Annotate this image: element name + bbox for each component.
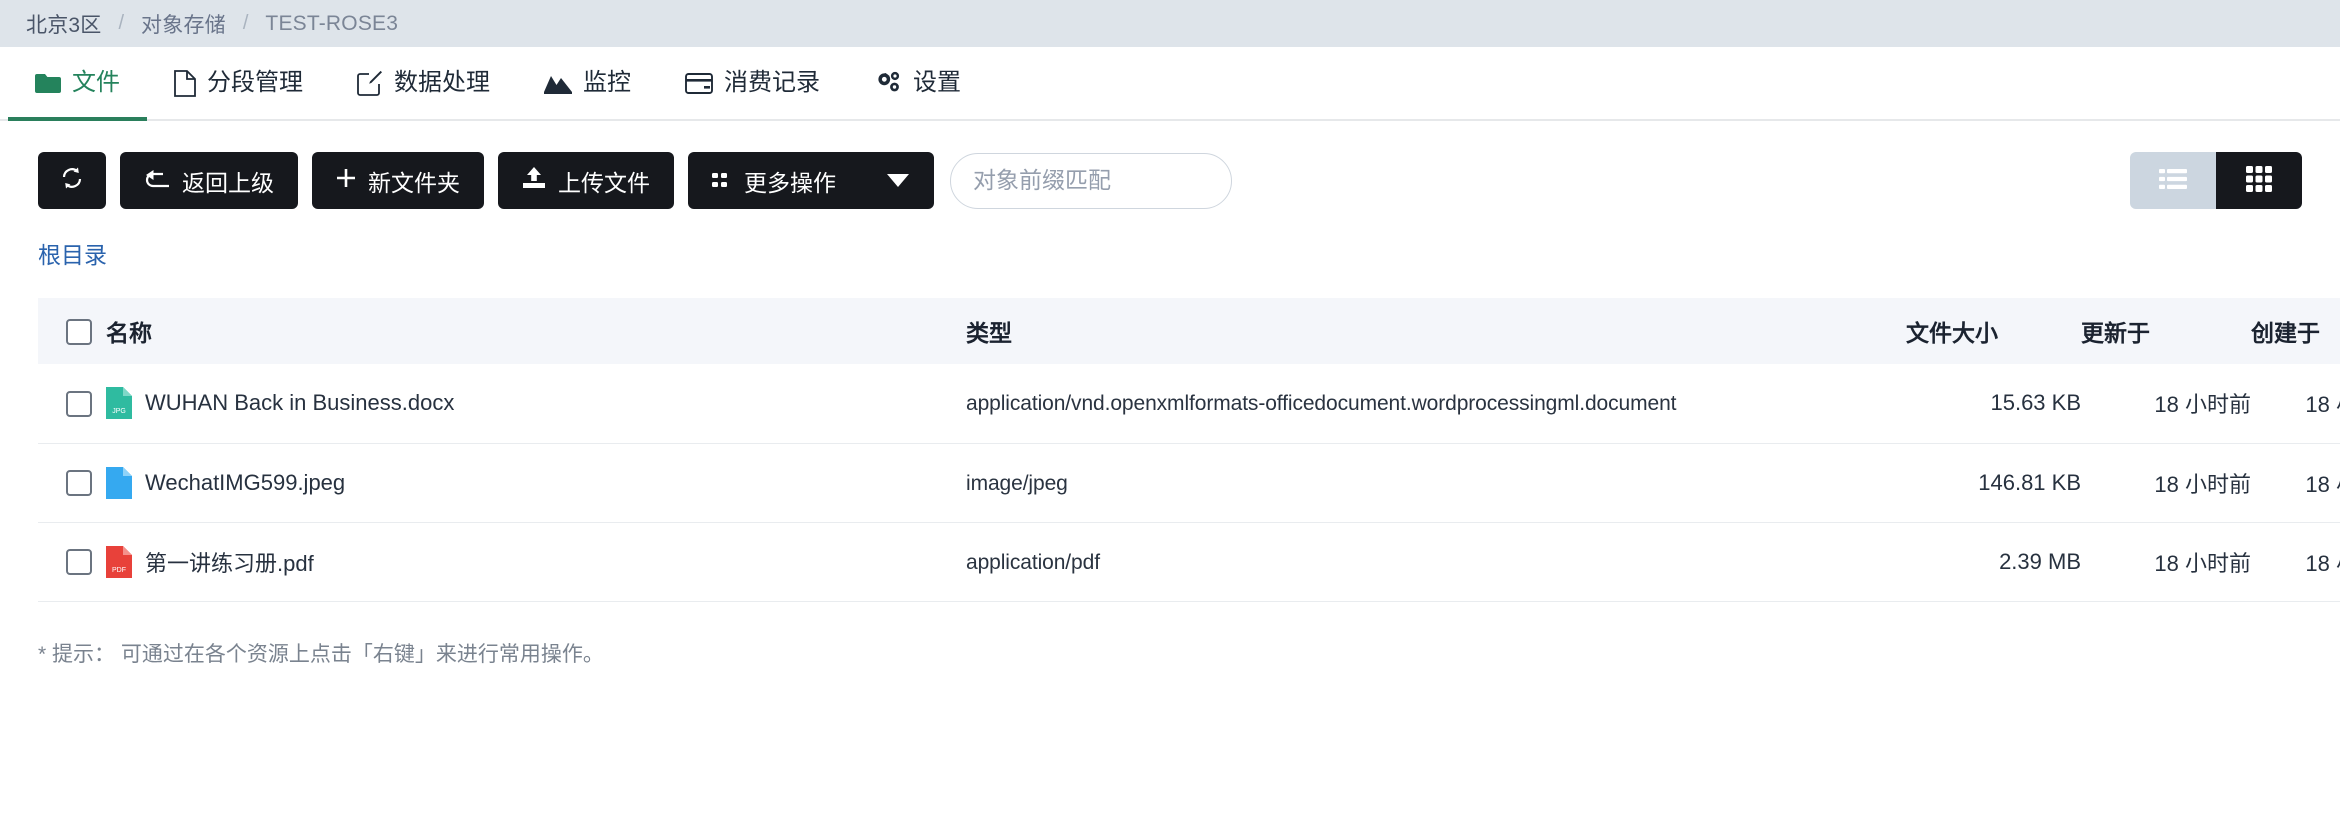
main-panel: 文件 分段管理 数据处理 监控 消费记录 设置 返回上级 新文件夹 上传文件 更… (0, 47, 2340, 830)
more-actions-main[interactable]: 更多操作 (688, 164, 862, 198)
tab-label: 设置 (913, 69, 961, 96)
breadcrumb-item-region[interactable]: 北京3区 (26, 9, 101, 39)
row-checkbox[interactable] (66, 390, 92, 417)
gears-icon (874, 70, 902, 96)
back-button[interactable]: 返回上级 (120, 152, 298, 209)
tab-label: 分段管理 (207, 69, 303, 96)
grid-view-icon (2246, 166, 2272, 195)
row-type-cell: application/pdf (966, 522, 1906, 602)
grip-dots-icon (712, 167, 732, 194)
file-name[interactable]: WUHAN Back in Business.docx (145, 390, 454, 416)
row-name-cell: PDF 第一讲练习册.pdf (106, 522, 966, 602)
row-select-cell (38, 522, 106, 602)
select-all-cell (38, 298, 106, 364)
file-type: application/vnd.openxmlformats-officedoc… (966, 392, 1677, 416)
card-icon (685, 72, 713, 94)
hint-text: * 提示： 可通过在各个资源上点击「右键」来进行常用操作。 (38, 642, 604, 666)
file-created: 18 小时前 (2251, 443, 2340, 523)
tab-label: 监控 (583, 69, 631, 96)
breadcrumb-item-service[interactable]: 对象存储 (141, 9, 226, 39)
edit-square-icon (357, 70, 383, 96)
file-size: 2.39 MB (1906, 522, 2081, 602)
file-pdf-icon: PDF (106, 545, 132, 578)
breadcrumb: 北京3区 / 对象存储 / TEST-ROSE3 (0, 0, 2340, 47)
refresh-icon (60, 166, 84, 196)
tab-bar: 文件 分段管理 数据处理 监控 消费记录 设置 (0, 47, 2340, 121)
list-view-button[interactable] (2130, 152, 2216, 209)
back-arrow-icon (144, 167, 170, 194)
file-name[interactable]: 第一讲练习册.pdf (145, 546, 314, 578)
row-select-cell (38, 443, 106, 523)
header-type[interactable]: 类型 (966, 298, 1906, 364)
tab-files[interactable]: 文件 (8, 47, 147, 121)
upload-file-button-label: 上传文件 (558, 169, 650, 196)
row-name-cell: WechatIMG599.jpeg (106, 443, 966, 523)
svg-text:PDF: PDF (112, 567, 126, 574)
file-size: 15.63 KB (1906, 364, 2081, 444)
list-view-icon (2159, 167, 2187, 194)
file-table-head: 名称 类型 文件大小 更新于 创建于 (38, 298, 2340, 364)
new-folder-button-label: 新文件夹 (368, 169, 460, 196)
row-type-cell: image/jpeg (966, 443, 1906, 523)
file-jpg-icon: JPG (106, 387, 132, 420)
tab-label: 数据处理 (394, 69, 490, 96)
tab-label: 消费记录 (724, 69, 820, 96)
more-actions-label: 更多操作 (744, 169, 836, 196)
file-updated: 18 小时前 (2081, 364, 2251, 444)
breadcrumb-separator: / (242, 12, 249, 34)
tab-data-processing[interactable]: 数据处理 (330, 47, 517, 119)
tab-billing[interactable]: 消费记录 (658, 47, 847, 119)
tab-settings[interactable]: 设置 (847, 47, 988, 119)
tab-multipart[interactable]: 分段管理 (147, 47, 330, 119)
tab-label: 文件 (72, 69, 120, 96)
view-toggle-group (2130, 152, 2302, 209)
table-row[interactable]: PDF 第一讲练习册.pdf application/pdf 2.39 MB 1… (38, 522, 2340, 602)
tab-monitor[interactable]: 监控 (517, 47, 658, 119)
file-size: 146.81 KB (1906, 443, 2081, 523)
file-icon (174, 69, 196, 97)
file-updated: 18 小时前 (2081, 522, 2251, 602)
plus-icon (336, 167, 356, 194)
row-select-cell (38, 364, 106, 444)
folder-icon (35, 72, 61, 94)
upload-icon (522, 166, 546, 195)
chart-area-icon (544, 72, 572, 94)
file-created: 18 小时前 (2251, 522, 2340, 602)
table-header-row: 名称 类型 文件大小 更新于 创建于 (38, 298, 2340, 364)
search-input[interactable] (950, 152, 1232, 209)
refresh-button[interactable] (38, 152, 106, 209)
table-row[interactable]: WechatIMG599.jpeg image/jpeg 146.81 KB 1… (38, 443, 2340, 523)
svg-text:JPG: JPG (112, 408, 126, 415)
header-size[interactable]: 文件大小 (1906, 298, 2081, 364)
back-button-label: 返回上级 (182, 169, 274, 196)
file-image-icon (106, 466, 132, 499)
file-name[interactable]: WechatIMG599.jpeg (145, 470, 345, 496)
breadcrumb-item-bucket: TEST-ROSE3 (265, 11, 399, 35)
upload-file-button[interactable]: 上传文件 (498, 152, 674, 209)
file-table-wrapper: 名称 类型 文件大小 更新于 创建于 JPG WUHAN Back in Bus… (0, 270, 2340, 602)
row-name-cell: JPG WUHAN Back in Business.docx (106, 364, 966, 444)
grid-view-button[interactable] (2216, 152, 2302, 209)
root-directory-link[interactable]: 根目录 (0, 209, 107, 270)
file-table-body: JPG WUHAN Back in Business.docx applicat… (38, 364, 2340, 602)
toolbar: 返回上级 新文件夹 上传文件 更多操作 对象前缀匹配 (0, 121, 2340, 209)
breadcrumb-separator: / (118, 12, 125, 34)
file-type: application/pdf (966, 550, 1100, 574)
select-all-checkbox[interactable] (66, 318, 92, 345)
header-created[interactable]: 创建于 (2251, 298, 2340, 364)
row-checkbox[interactable] (66, 549, 92, 576)
row-type-cell: application/vnd.openxmlformats-officedoc… (966, 364, 1906, 444)
row-checkbox[interactable] (66, 470, 92, 497)
file-updated: 18 小时前 (2081, 443, 2251, 523)
new-folder-button[interactable]: 新文件夹 (312, 152, 484, 209)
file-type: image/jpeg (966, 471, 1068, 495)
chevron-down-icon[interactable] (862, 152, 934, 209)
header-name[interactable]: 名称 (106, 298, 966, 364)
file-table: 名称 类型 文件大小 更新于 创建于 JPG WUHAN Back in Bus… (38, 298, 2340, 602)
file-created: 18 小时前 (2251, 364, 2340, 444)
header-updated[interactable]: 更新于 (2081, 298, 2251, 364)
more-actions-dropdown[interactable]: 更多操作 (688, 152, 934, 209)
table-row[interactable]: JPG WUHAN Back in Business.docx applicat… (38, 364, 2340, 444)
